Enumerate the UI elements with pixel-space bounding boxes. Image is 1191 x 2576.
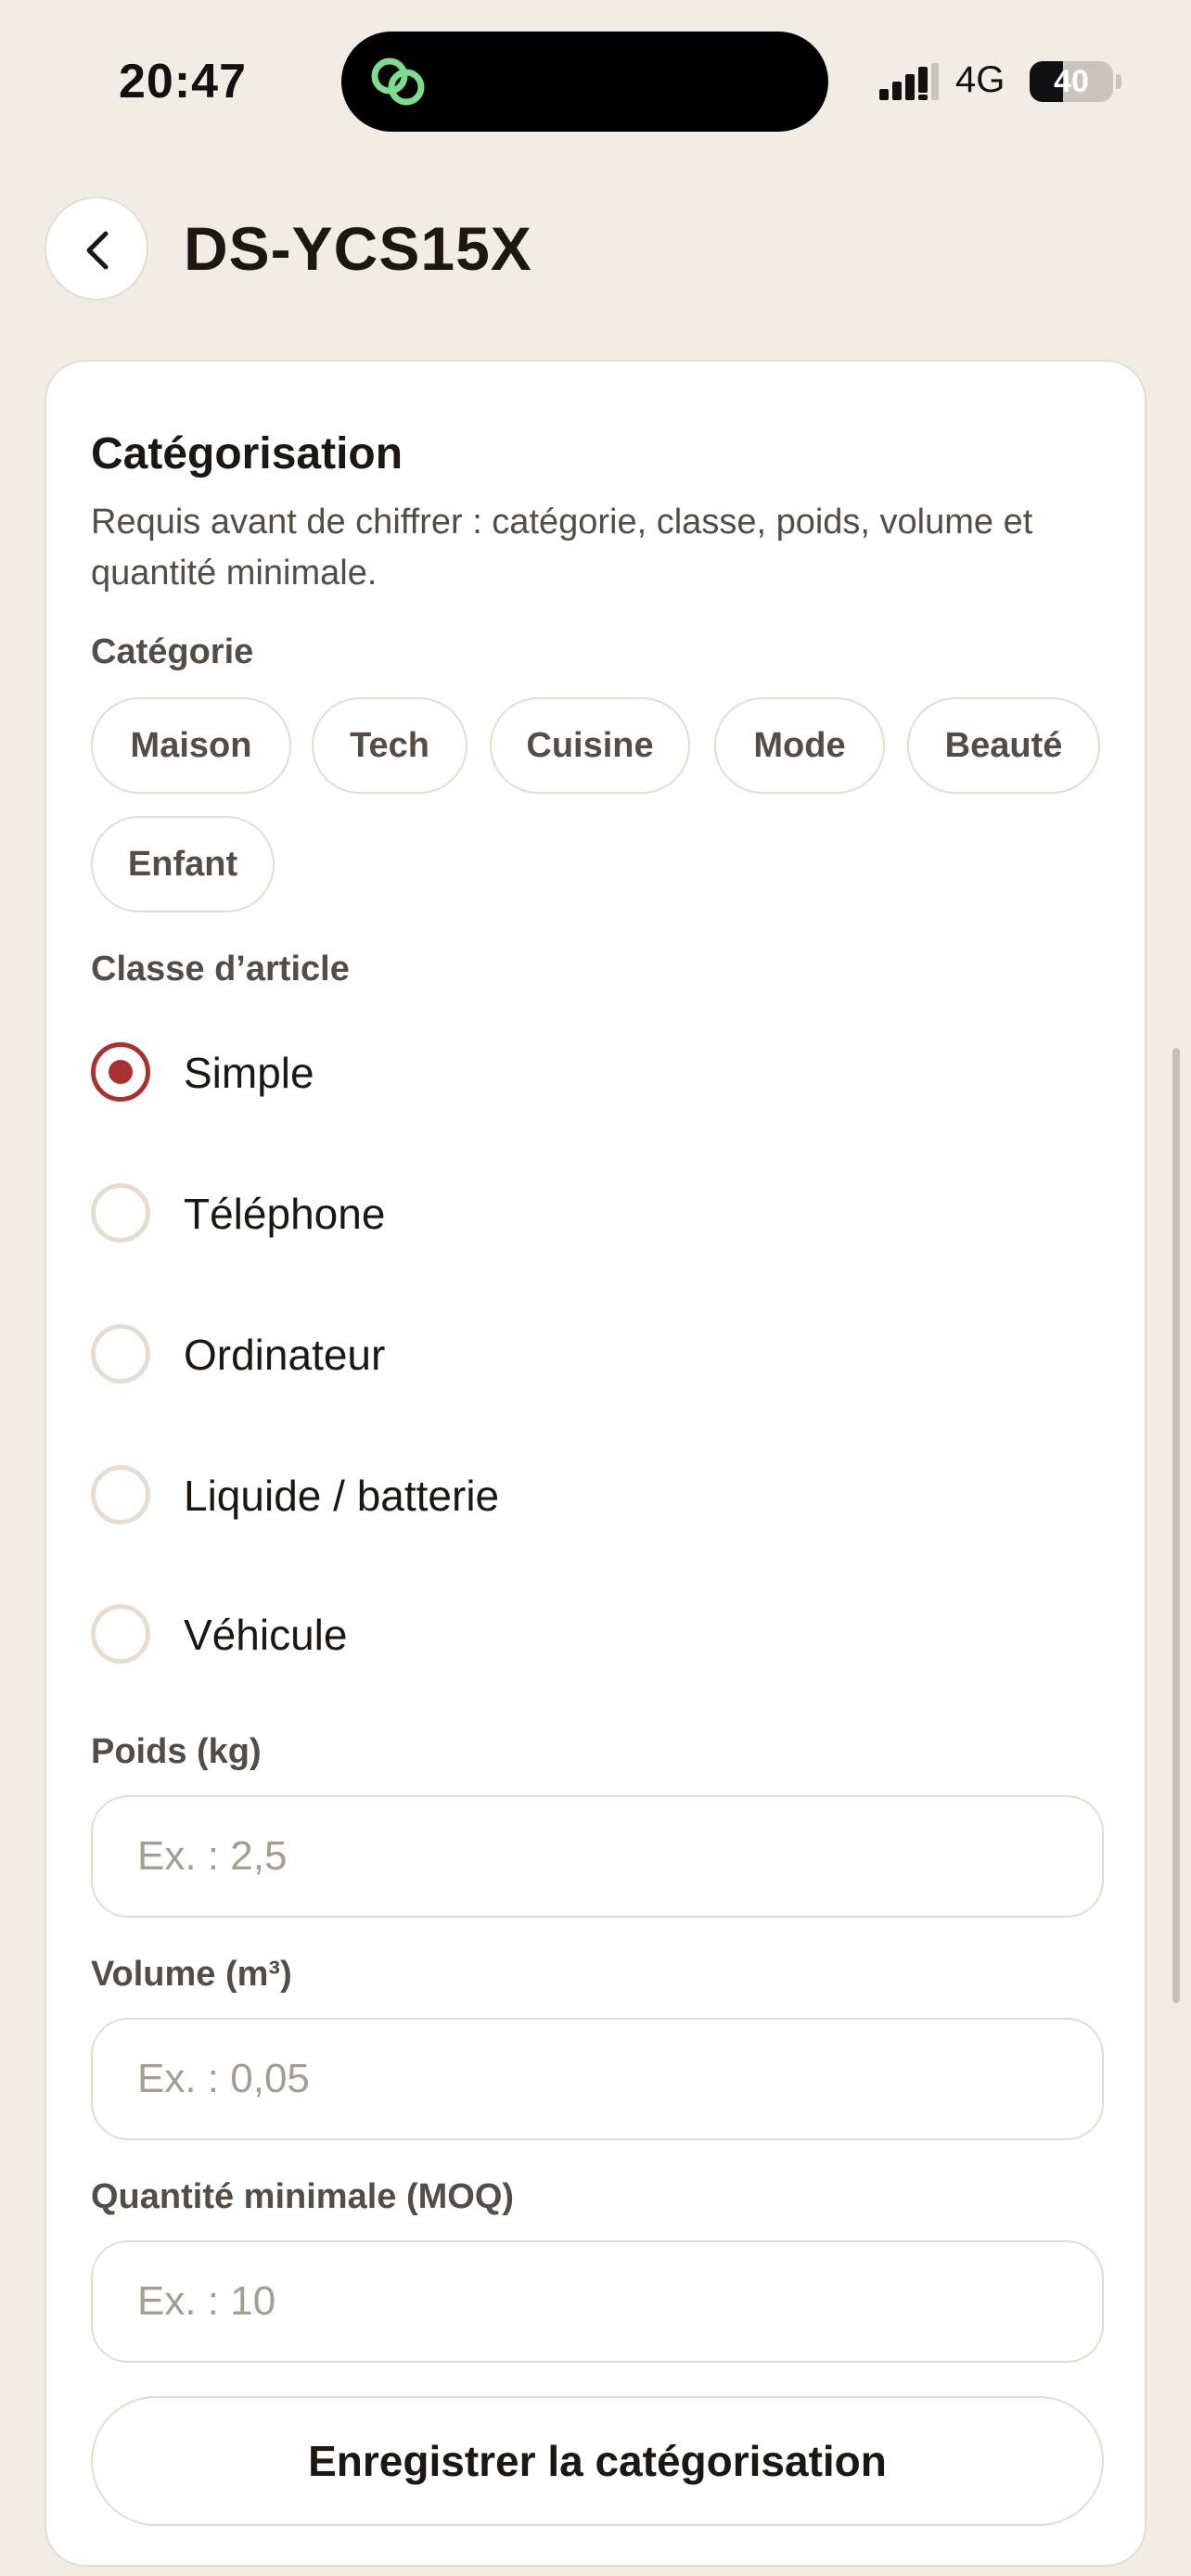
radio-label: Véhicule <box>184 1611 348 1659</box>
chip-tech[interactable]: Tech <box>312 697 467 794</box>
dynamic-island <box>341 32 828 132</box>
battery-cap <box>1116 74 1121 89</box>
radio-option-simple[interactable]: Simple <box>91 1026 1111 1118</box>
moq-input[interactable] <box>91 2240 1104 2363</box>
moq-label: Quantité minimale (MOQ) <box>91 2177 515 2216</box>
battery-icon: 40 <box>1030 61 1113 102</box>
save-categorization-button[interactable]: Enregistrer la catégorisation <box>91 2396 1104 2526</box>
radio-option-ordinateur[interactable]: Ordinateur <box>91 1307 1111 1400</box>
battery-level: 40 <box>1054 64 1089 99</box>
chip-mode[interactable]: Mode <box>714 697 885 794</box>
radio-button[interactable] <box>91 1324 150 1384</box>
status-time: 20:47 <box>119 55 247 108</box>
chevron-left-icon <box>86 231 109 270</box>
page-header: DS-YCS15X <box>0 185 1191 315</box>
chip-enfant[interactable]: Enfant <box>91 816 275 912</box>
chip-beaute[interactable]: Beauté <box>907 697 1100 794</box>
category-label: Catégorie <box>91 632 254 671</box>
radio-dot <box>109 1060 133 1084</box>
weight-input[interactable] <box>91 1795 1104 1918</box>
radio-button-checked[interactable] <box>91 1042 150 1102</box>
volume-label: Volume (m³) <box>91 1955 292 1994</box>
radio-button[interactable] <box>91 1604 150 1664</box>
chip-cuisine[interactable]: Cuisine <box>490 697 690 794</box>
radio-label: Téléphone <box>184 1190 386 1238</box>
radio-button[interactable] <box>91 1183 150 1243</box>
radio-label: Liquide / batterie <box>184 1472 500 1520</box>
back-button[interactable] <box>45 197 148 300</box>
page-title: DS-YCS15X <box>184 214 532 283</box>
radio-label: Simple <box>184 1049 314 1097</box>
radio-option-vehicule[interactable]: Véhicule <box>91 1588 1111 1680</box>
radio-option-telephone[interactable]: Téléphone <box>91 1167 1111 1259</box>
item-class-label: Classe d’article <box>91 950 350 988</box>
scrollbar[interactable] <box>1172 1048 1180 2003</box>
linked-rings-icon <box>371 57 425 106</box>
radio-label: Ordinateur <box>184 1331 386 1379</box>
status-bar: 20:47 4G 40 <box>0 0 1191 148</box>
radio-option-liquide-batterie[interactable]: Liquide / batterie <box>91 1448 1111 1541</box>
cellular-signal-icon <box>879 63 939 100</box>
chip-maison[interactable]: Maison <box>91 697 291 794</box>
volume-input[interactable] <box>91 2018 1104 2140</box>
section-title: Catégorisation <box>91 429 403 478</box>
section-description: Requis avant de chiffrer : catégorie, cl… <box>91 503 1033 593</box>
radio-button[interactable] <box>91 1465 150 1524</box>
network-type: 4G <box>955 59 1005 100</box>
categorization-card: Catégorisation Requis avant de chiffrer … <box>45 360 1146 2567</box>
weight-label: Poids (kg) <box>91 1732 262 1771</box>
